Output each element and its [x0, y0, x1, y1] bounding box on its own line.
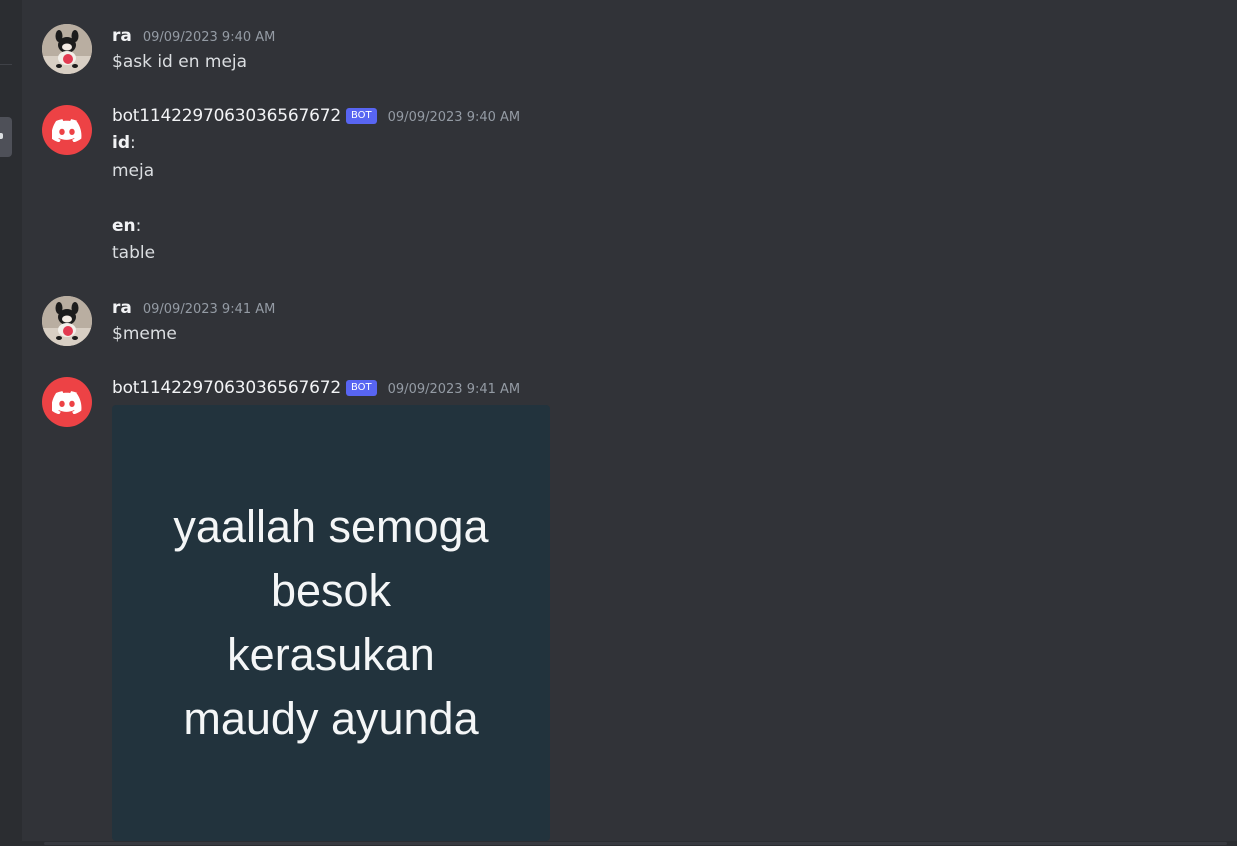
field-value: table [112, 243, 156, 263]
meme-caption-line: yaallah semoga [173, 501, 489, 552]
field-label-text: en [112, 216, 136, 236]
sidebar-collapse-handle[interactable] [0, 117, 12, 157]
username[interactable]: ra [112, 298, 132, 318]
discord-logo-icon [52, 118, 82, 142]
sidebar-strip [0, 0, 22, 846]
username[interactable]: ra [112, 26, 132, 46]
plush-toy-avatar-icon [42, 296, 92, 346]
timestamp[interactable]: 09/09/2023 9:41 AM [388, 382, 521, 397]
message-header: bot1142297063036567672 BOT 09/09/2023 9:… [112, 106, 520, 127]
meme-caption-line: maudy ayunda [183, 693, 479, 744]
meme-caption-line: besok [270, 565, 392, 616]
field-value: meja [112, 161, 155, 181]
timestamp[interactable]: 09/09/2023 9:41 AM [143, 302, 276, 317]
scrollbar-thumb[interactable] [44, 842, 1227, 845]
bot-tag: BOT [345, 380, 377, 396]
message-text: $meme [112, 324, 177, 344]
field-label: en: [112, 216, 142, 236]
plush-toy-avatar-icon [42, 24, 92, 74]
message-header: ra 09/09/2023 9:41 AM [112, 298, 275, 318]
bot-avatar[interactable] [42, 105, 92, 155]
meme-image[interactable]: yaallah semoga besok kerasukan maudy ayu… [112, 405, 550, 841]
user-avatar[interactable] [42, 24, 92, 74]
timestamp[interactable]: 09/09/2023 9:40 AM [143, 30, 276, 45]
field-label: id: [112, 133, 136, 153]
message-header: bot1142297063036567672 BOT 09/09/2023 9:… [112, 378, 520, 399]
meme-caption-line: kerasukan [227, 629, 435, 680]
username[interactable]: bot1142297063036567672 [112, 378, 341, 398]
message-header: ra 09/09/2023 9:40 AM [112, 26, 275, 46]
sidebar-divider [0, 64, 12, 65]
bot-tag: BOT [345, 108, 377, 124]
user-avatar[interactable] [42, 296, 92, 346]
meme-caption: yaallah semoga besok kerasukan maudy ayu… [173, 495, 488, 751]
discord-logo-icon [52, 390, 82, 414]
username[interactable]: bot1142297063036567672 [112, 106, 341, 126]
timestamp[interactable]: 09/09/2023 9:40 AM [388, 110, 521, 125]
bot-avatar[interactable] [42, 377, 92, 427]
message-text: $ask id en meja [112, 52, 248, 72]
field-label-text: id [112, 133, 130, 153]
horizontal-scrollbar[interactable] [22, 841, 1237, 846]
